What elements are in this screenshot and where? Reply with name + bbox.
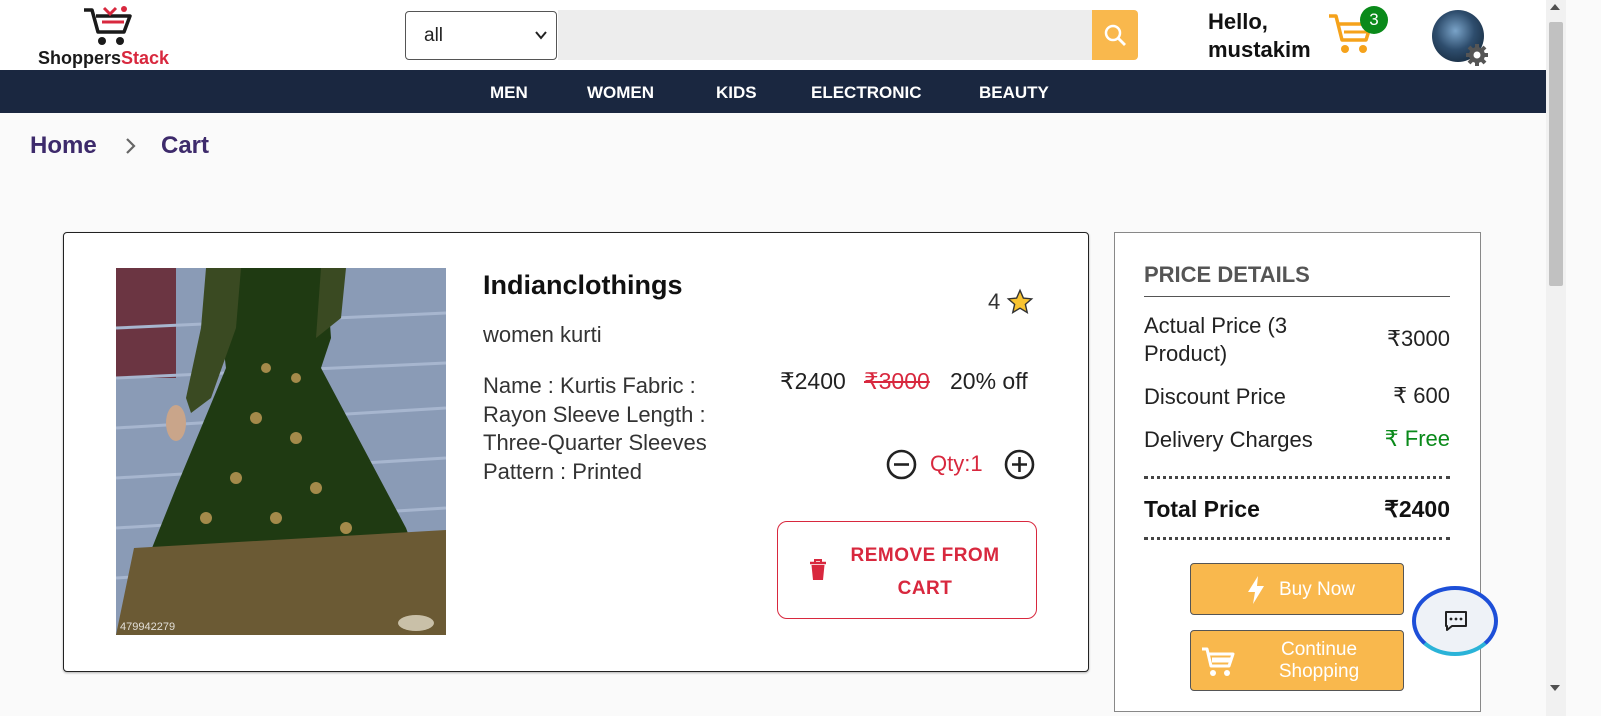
product-image[interactable]: 479942279 <box>116 268 446 635</box>
remove-from-cart-label: REMOVE FROM CART <box>850 545 1000 599</box>
quantity-value: Qty:1 <box>930 451 983 476</box>
lightning-icon <box>1248 576 1264 604</box>
logo-text-part1: Shoppers <box>38 48 122 68</box>
chevron-right-icon <box>126 138 136 154</box>
continue-shopping-button[interactable]: Continue Shopping <box>1190 630 1404 691</box>
plus-circle-icon[interactable] <box>1004 449 1035 480</box>
total-price-value: ₹2400 <box>1384 496 1450 522</box>
price-divider-top <box>1144 476 1450 479</box>
search-button[interactable] <box>1092 10 1138 60</box>
trash-icon <box>810 559 826 580</box>
scroll-down-arrow-icon[interactable] <box>1550 685 1560 691</box>
search-input[interactable] <box>558 10 1092 60</box>
price-details-title: PRICE DETAILS <box>1144 262 1310 287</box>
buy-now-label: Buy Now <box>1279 579 1356 600</box>
total-price-label: Total Price <box>1144 496 1260 522</box>
price-divider-bottom <box>1144 537 1450 540</box>
product-brand: Indianclothings <box>483 270 683 300</box>
shopping-cart-logo-icon <box>84 6 132 45</box>
greeting-line1: Hello, <box>1208 9 1268 34</box>
product-subtitle: women kurti <box>483 322 602 347</box>
search-icon <box>1104 24 1126 46</box>
category-nav: MEN WOMEN KIDS ELECTRONIC BEAUTY <box>0 70 1546 113</box>
discount-price-label: Discount Price <box>1144 384 1286 409</box>
scroll-up-arrow-icon[interactable] <box>1550 4 1560 10</box>
product-rating: 4 <box>988 289 1001 314</box>
chevron-down-icon <box>535 31 547 40</box>
image-code: 479942279 <box>120 621 176 633</box>
logo-text: ShoppersStack <box>38 48 169 69</box>
star-icon <box>1006 288 1034 314</box>
product-price: ₹2400 <box>780 368 846 394</box>
breadcrumb-home[interactable]: Home <box>30 132 97 160</box>
cart-count-badge: 3 <box>1360 6 1388 34</box>
logo[interactable]: ShoppersStack <box>38 4 198 69</box>
gear-icon[interactable] <box>1464 42 1490 68</box>
greeting: Hello, mustakim <box>1208 8 1311 64</box>
nav-item-beauty[interactable]: BEAUTY <box>979 83 1049 103</box>
actual-price-value: ₹3000 <box>1387 326 1450 351</box>
price-details-divider <box>1144 296 1450 297</box>
delivery-charges-label: Delivery Charges <box>1144 427 1313 452</box>
scrollbar-thumb[interactable] <box>1549 22 1563 286</box>
product-photo <box>116 268 446 635</box>
nav-item-women[interactable]: WOMEN <box>587 83 654 103</box>
buy-now-button[interactable]: Buy Now <box>1190 563 1404 615</box>
category-select-value: all <box>424 25 444 46</box>
nav-item-kids[interactable]: KIDS <box>716 83 757 103</box>
remove-from-cart-button[interactable]: REMOVE FROM CART <box>777 521 1037 619</box>
chat-button[interactable] <box>1412 586 1498 656</box>
product-description: Name : Kurtis Fabric : Rayon Sleeve Leng… <box>483 373 707 484</box>
logo-text-part2: Stack <box>121 48 170 68</box>
minus-circle-icon[interactable] <box>886 449 917 480</box>
product-discount: 20% off <box>950 368 1028 394</box>
greeting-username: mustakim <box>1208 37 1311 62</box>
discount-price-value: ₹ 600 <box>1393 383 1450 408</box>
nav-item-men[interactable]: MEN <box>490 83 528 103</box>
chat-icon <box>1445 611 1467 631</box>
delivery-charges-value: ₹ Free <box>1384 426 1450 451</box>
header: ShoppersStack all Hello, mustakim 3 <box>0 0 1546 70</box>
breadcrumb-cart: Cart <box>161 132 210 159</box>
cart-icon <box>1202 647 1235 676</box>
product-mrp: ₹3000 <box>864 368 930 394</box>
nav-item-electronic[interactable]: ELECTRONIC <box>811 83 922 103</box>
actual-price-label: Actual Price (3 Product) <box>1144 313 1288 366</box>
category-select[interactable]: all <box>405 11 557 60</box>
continue-shopping-label: Continue Shopping <box>1278 639 1360 682</box>
